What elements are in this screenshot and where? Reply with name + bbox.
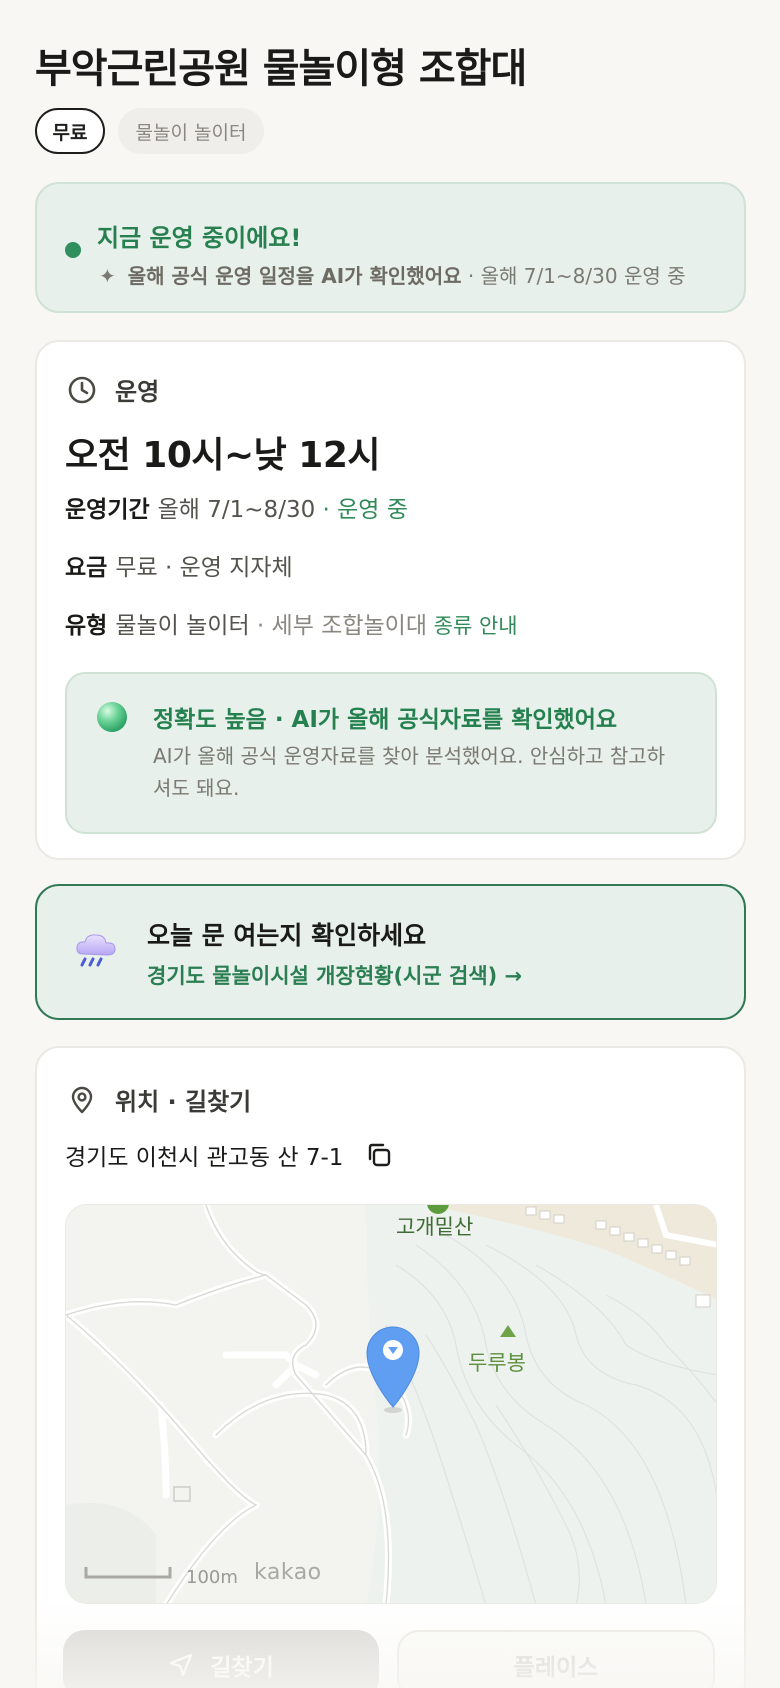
type-row: 유형 물놀이 놀이터 · 세부 조합놀이대 종류 안내 [65, 606, 518, 640]
navigation-arrow-icon [170, 1653, 193, 1677]
address-row: 경기도 이천시 관고동 산 7-1 [65, 1138, 393, 1172]
map-view[interactable]: 고개밑산 두루봉 100m kakao [65, 1204, 717, 1604]
place-button[interactable]: 플레이스 [397, 1630, 715, 1688]
fee-value: 무료 · 운영 지자체 [115, 555, 293, 581]
map-brand-logo: kakao [254, 1560, 322, 1585]
ai-accuracy-title: 정확도 높음 · AI가 올해 공식자료를 확인했어요 [153, 707, 618, 733]
operation-time: 오전 10시~낮 12시 [65, 435, 381, 476]
map-canvas [66, 1205, 716, 1603]
period-status: · 운영 중 [315, 497, 408, 523]
ai-orb-icon [97, 702, 127, 732]
directions-label: 길찾기 [210, 1655, 274, 1681]
today-check-title: 오늘 문 여는지 확인하세요 [147, 921, 427, 950]
operation-label: 운영 [115, 378, 160, 406]
page: 부악근린공원 물놀이형 조합대 무료 물놀이 놀이터 지금 운영 중이에요! ✦… [0, 0, 780, 1688]
operation-card: 운영 오전 10시~낮 12시 운영기간 올해 7/1~8/30 · 운영 중 요… [35, 340, 746, 860]
location-label: 위치 · 길찾기 [115, 1088, 252, 1116]
location-card: 위치 · 길찾기 경기도 이천시 관고동 산 7-1 고개밑산 두루봉 100m… [35, 1046, 746, 1688]
page-title: 부악근린공원 물놀이형 조합대 [35, 46, 527, 92]
map-scale-label: 100m [186, 1567, 238, 1588]
type-guide-link[interactable]: 종류 안내 [427, 614, 518, 638]
type-chip[interactable]: 물놀이 놀이터 [118, 108, 264, 154]
period-value: 올해 7/1~8/30 [157, 497, 316, 523]
ai-note: 올해 공식 운영 일정을 AI가 확인했어요 [127, 264, 462, 288]
location-header: 위치 · 길찾기 [67, 1082, 251, 1117]
status-title: 지금 운영 중이에요! [97, 224, 302, 252]
clock-icon [68, 376, 96, 403]
facility-status-link[interactable]: 경기도 물놀이시설 개장현황(시군 검색) → [147, 960, 522, 990]
type-key: 유형 [65, 613, 108, 639]
location-pin-icon [71, 1086, 93, 1113]
type-value: 물놀이 놀이터 [115, 613, 250, 639]
period-key: 운영기간 [65, 497, 150, 523]
type-detail: · 세부 조합놀이대 [249, 613, 427, 639]
status-period: · 올해 7/1~8/30 운영 중 [461, 264, 686, 288]
ai-accuracy-box: 정확도 높음 · AI가 올해 공식자료를 확인했어요 AI가 올해 공식 운영… [65, 672, 717, 834]
address-text: 경기도 이천시 관고동 산 7-1 [65, 1145, 344, 1171]
today-check-card[interactable]: 오늘 문 여는지 확인하세요 경기도 물놀이시설 개장현황(시군 검색) → [35, 884, 746, 1020]
map-peak-label: 두루봉 [468, 1351, 526, 1375]
fee-chip[interactable]: 무료 [35, 108, 105, 154]
copy-icon[interactable] [365, 1141, 393, 1169]
place-label: 플레이스 [513, 1655, 599, 1681]
sparkle-icon: ✦ [99, 264, 116, 288]
status-dot [65, 242, 81, 258]
operation-header: 운영 [67, 372, 159, 407]
status-card: 지금 운영 중이에요! ✦ 올해 공식 운영 일정을 AI가 확인했어요 · 올해… [35, 182, 746, 313]
fee-key: 요금 [65, 555, 108, 581]
status-subtitle: ✦ 올해 공식 운영 일정을 AI가 확인했어요 · 올해 7/1~8/30 운영… [99, 260, 686, 289]
ai-accuracy-text: AI가 올해 공식 운영자료를 찾아 분석했어요. 안심하고 참고하셔도 돼요. [153, 744, 666, 800]
rain-cloud-icon [76, 934, 116, 967]
map-peak-label: 고개밑산 [396, 1215, 474, 1239]
fee-row: 요금 무료 · 운영 지자체 [65, 548, 293, 582]
directions-button[interactable]: 길찾기 [63, 1630, 379, 1688]
period-row: 운영기간 올해 7/1~8/30 · 운영 중 [65, 490, 408, 524]
